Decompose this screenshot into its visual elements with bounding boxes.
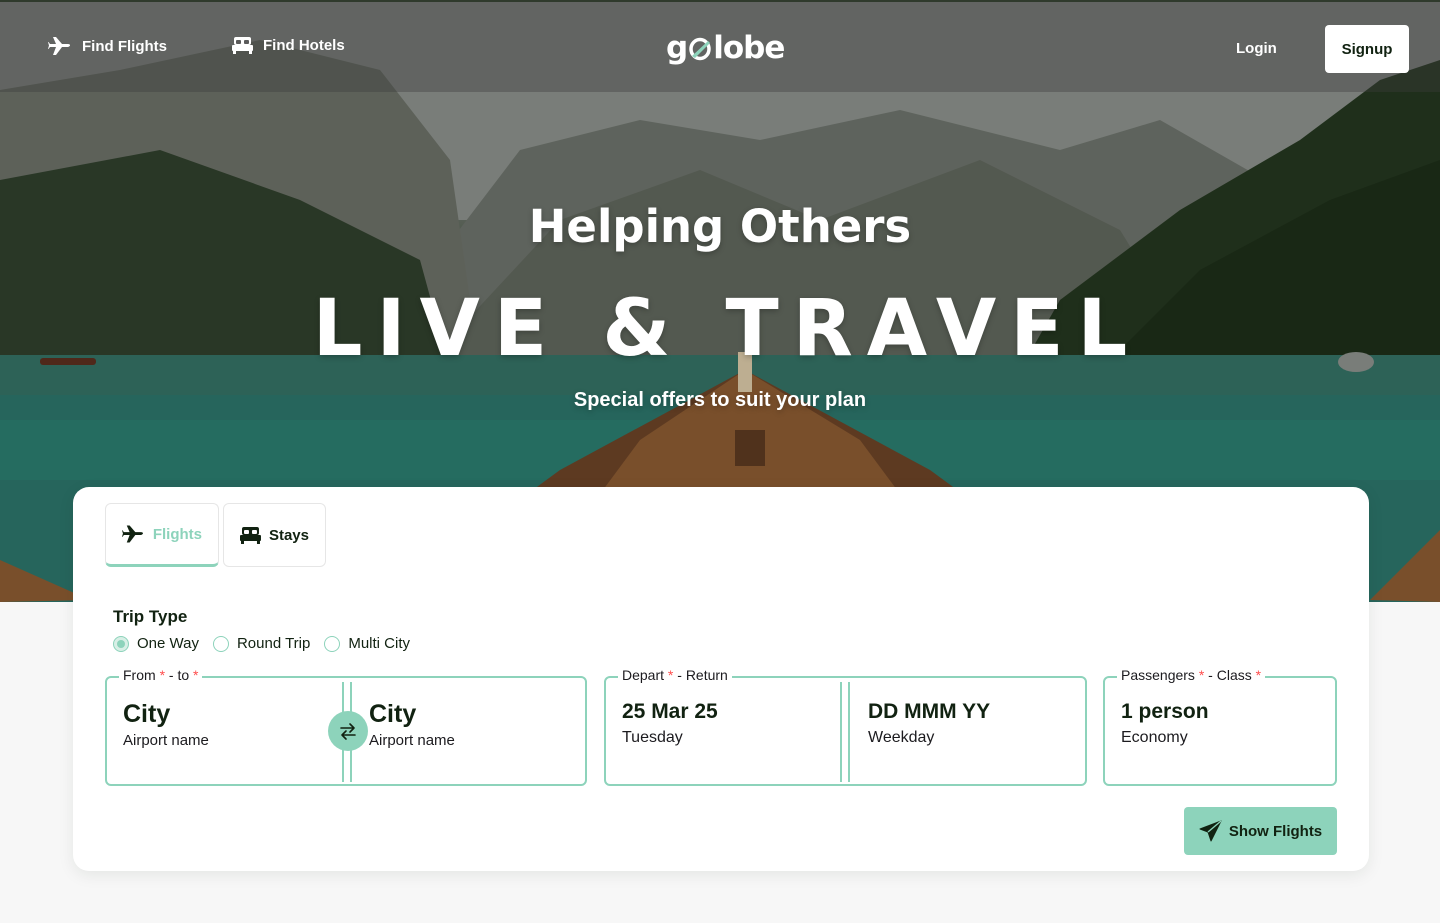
login-link[interactable]: Login [1236, 40, 1277, 57]
depart-weekday: Tuesday [622, 729, 683, 746]
required-mark: * [1255, 667, 1262, 683]
dates-divider [840, 682, 850, 782]
signup-button[interactable]: Signup [1325, 25, 1409, 73]
show-flights-label: Show Flights [1228, 822, 1323, 840]
find-hotels-link[interactable]: Find Hotels [232, 36, 345, 54]
flight-search-card: Flights Stays Trip Type One Way Round Tr… [73, 487, 1369, 871]
logo-right-text: lobe [713, 30, 785, 66]
return-date-field[interactable]: DD MMM YY Weekday [856, 678, 1085, 784]
find-flights-label: Find Flights [82, 37, 167, 55]
radio-one-way[interactable]: One Way [113, 635, 199, 652]
from-city: City [123, 700, 171, 728]
from-field[interactable]: City Airport name [107, 678, 341, 784]
trip-type-heading: Trip Type [113, 607, 188, 626]
radio-multi-city[interactable]: Multi City [324, 635, 410, 652]
passenger-count: 1 person [1121, 700, 1209, 723]
from-airport: Airport name [123, 732, 209, 749]
to-city: City [369, 700, 417, 728]
top-navigation: Find Flights Find Hotels g lobe Login Si… [0, 0, 1440, 92]
hero-title: Helping Others [528, 200, 912, 253]
bed-icon [232, 37, 253, 54]
tab-stays-label: Stays [268, 526, 309, 544]
logo-left-text: g [666, 30, 688, 66]
passengers-legend-text: Passengers [1121, 667, 1195, 683]
swap-arrows-icon [340, 723, 356, 740]
tab-stays[interactable]: Stays [223, 503, 326, 567]
airplane-icon [48, 37, 71, 55]
radio-label: Round Trip [236, 635, 311, 652]
radio-label: Multi City [348, 635, 411, 652]
to-field[interactable]: City Airport name [357, 678, 585, 784]
find-flights-link[interactable]: Find Flights [48, 36, 167, 56]
radio-label: One Way [137, 635, 199, 652]
show-flights-button[interactable]: Show Flights [1184, 807, 1337, 855]
hero-subtitle: Special offers to suit your plan [573, 389, 867, 411]
return-date: DD MMM YY [868, 700, 991, 723]
passengers-fieldset[interactable]: Passengers * - Class * 1 person Economy [1103, 667, 1337, 786]
radio-indicator[interactable] [113, 635, 129, 652]
passengers-legend: Passengers * - Class * [1117, 667, 1266, 683]
radio-indicator[interactable] [324, 635, 341, 652]
golobe-logo[interactable]: g lobe [666, 26, 785, 70]
trip-type-radio-group: One Way Round Trip Multi City [113, 635, 410, 652]
class-legend-text: - Class [1204, 667, 1252, 683]
hero-headline: LIVE & TRAVEL [312, 284, 1142, 374]
bed-icon [240, 527, 261, 544]
return-weekday: Weekday [868, 729, 935, 746]
route-fieldset: From * - to * City Airport name City Air… [105, 667, 587, 786]
airplane-icon [122, 525, 143, 543]
find-hotels-label: Find Hotels [263, 36, 345, 54]
tab-flights[interactable]: Flights [105, 503, 219, 567]
depart-date-field[interactable]: 25 Mar 25 Tuesday [606, 678, 840, 784]
cabin-class: Economy [1121, 729, 1188, 746]
to-airport: Airport name [369, 732, 455, 749]
logo-plane-mark [688, 34, 712, 62]
radio-indicator[interactable] [212, 635, 229, 652]
dates-fieldset: Depart * - Return 25 Mar 25 Tuesday DD M… [604, 667, 1087, 786]
tab-flights-label: Flights [152, 525, 202, 543]
paper-plane-icon [1199, 820, 1222, 842]
depart-date: 25 Mar 25 [622, 700, 718, 723]
radio-round-trip[interactable]: Round Trip [212, 635, 311, 652]
